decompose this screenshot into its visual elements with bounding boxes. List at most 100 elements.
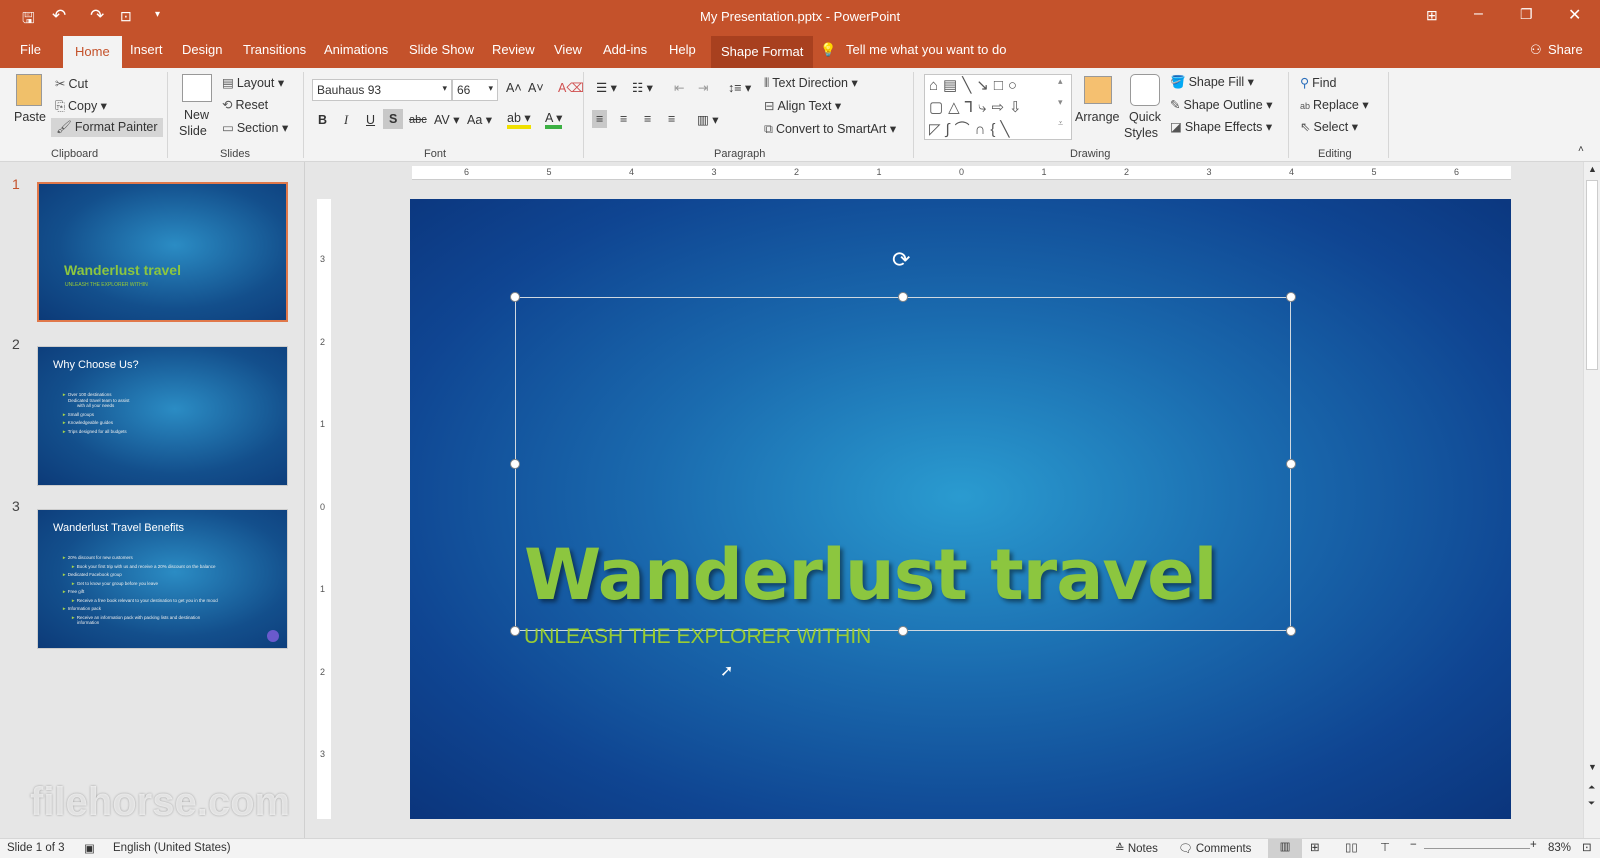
align-center-icon[interactable]: ≡ — [620, 112, 627, 126]
comments-button[interactable]: 🗨 Comments — [1178, 841, 1251, 855]
text-direction-button[interactable]: ⫴ Text Direction ▾ — [764, 75, 858, 91]
save-icon[interactable]: 🖫 — [22, 8, 35, 33]
tab-home[interactable]: Home — [63, 36, 122, 68]
shadow-button[interactable]: S — [383, 109, 404, 129]
new-slide-dropdown[interactable]: Slide — [179, 124, 207, 138]
zoom-slider[interactable] — [1424, 848, 1530, 849]
select-button[interactable]: ⇖ Select ▾ — [1300, 119, 1358, 134]
font-size-select[interactable]: 66 ▾ — [452, 79, 498, 101]
resize-handle[interactable] — [898, 626, 908, 636]
scroll-down-icon[interactable]: ▼ — [1588, 762, 1597, 772]
quick-styles-button[interactable]: Quick — [1129, 110, 1161, 124]
zoom-level[interactable]: 83% — [1548, 842, 1571, 854]
vertical-ruler[interactable]: 3 2 1 0 1 2 3 — [317, 199, 331, 819]
resize-handle[interactable] — [898, 292, 908, 302]
tab-transitions[interactable]: Transitions — [243, 42, 306, 57]
next-slide-icon[interactable]: ⏷ — [1588, 798, 1595, 809]
paste-button[interactable]: Paste — [14, 110, 46, 124]
tell-me-search[interactable]: Tell me what you want to do — [846, 42, 1006, 57]
slide-title[interactable]: Wanderlust travel — [524, 534, 1218, 616]
notes-button[interactable]: ≙ Notes — [1115, 841, 1158, 855]
tab-insert[interactable]: Insert — [130, 42, 163, 57]
numbering-icon[interactable]: ☷ ▾ — [632, 80, 653, 95]
section-button[interactable]: ▭ Section ▾ — [222, 120, 288, 135]
cut-button[interactable]: ✂ Cut — [55, 76, 88, 91]
present-icon[interactable]: ⊡ — [120, 8, 132, 25]
ribbon-display-icon[interactable]: ⊞ — [1426, 7, 1438, 24]
tab-add-ins[interactable]: Add-ins — [603, 42, 647, 57]
fit-to-window-icon[interactable]: ⊡ — [1582, 840, 1592, 854]
new-slide-button[interactable]: New — [184, 108, 209, 122]
bold-button[interactable]: B — [318, 113, 327, 127]
customize-qat-icon[interactable]: ▾ — [155, 9, 160, 20]
collapse-ribbon-icon[interactable]: ˄ — [1578, 144, 1584, 155]
resize-handle[interactable] — [1286, 626, 1296, 636]
font-name-select[interactable]: Bauhaus 93 ▾ — [312, 79, 452, 101]
shape-effects-button[interactable]: ◪ Shape Effects ▾ — [1170, 119, 1272, 134]
zoom-in-icon[interactable]: + — [1530, 839, 1537, 851]
tab-file[interactable]: File — [20, 42, 41, 57]
format-painter-button[interactable]: 🖌 Format Painter — [51, 118, 163, 137]
resize-handle[interactable] — [510, 459, 520, 469]
gallery-scroll-icon[interactable]: ▴ ▾ ⩡ — [1058, 76, 1063, 129]
zoom-out-icon[interactable]: − — [1410, 839, 1417, 851]
increase-indent-icon[interactable]: ⇥ — [698, 80, 708, 95]
align-text-button[interactable]: ⊟ Align Text ▾ — [764, 98, 841, 113]
line-spacing-icon[interactable]: ↕≡ ▾ — [728, 80, 751, 95]
change-case-button[interactable]: Aa ▾ — [467, 112, 492, 127]
tab-view[interactable]: View — [554, 42, 582, 57]
undo-icon[interactable]: ↶ — [52, 6, 66, 26]
font-color-icon[interactable]: A ▾ — [545, 110, 563, 129]
normal-view-icon[interactable]: ▥ — [1268, 839, 1302, 858]
layout-button[interactable]: ▤ Layout ▾ — [222, 75, 284, 90]
strikethrough-button[interactable]: abc — [409, 114, 427, 126]
thumbnail-slide-2[interactable]: Why Choose Us? ► Over 100 destinations De… — [37, 346, 288, 486]
shapes-gallery[interactable]: ⌂▤╲↘□○ ▢△⅂⤷⇨⇩ ◸∫⌒∩{╲ — [924, 74, 1072, 140]
resize-handle[interactable] — [510, 626, 520, 636]
find-button[interactable]: ⚲ Find — [1300, 75, 1336, 90]
share-icon[interactable]: ⚇ — [1530, 42, 1542, 58]
italic-button[interactable]: I — [344, 113, 348, 128]
reading-view-icon[interactable]: ▯▯ — [1345, 840, 1358, 854]
align-right-icon[interactable]: ≡ — [644, 112, 651, 126]
language-status[interactable]: English (United States) — [113, 842, 231, 854]
decrease-indent-icon[interactable]: ⇤ — [674, 80, 684, 95]
horizontal-ruler[interactable]: 6 5 4 3 2 1 0 1 2 3 4 5 6 — [412, 166, 1511, 180]
vertical-scrollbar[interactable]: ▲ ▼ ⏶ ⏷ — [1583, 162, 1600, 838]
tab-shape-format[interactable]: Shape Format — [711, 36, 814, 68]
thumbnail-slide-1[interactable]: Wanderlust travel UNLEASH THE EXPLORER W… — [37, 182, 288, 322]
tab-slide-show[interactable]: Slide Show — [409, 42, 474, 57]
clear-formatting-icon[interactable]: A⌫ — [558, 80, 584, 95]
scroll-thumb[interactable] — [1586, 180, 1598, 370]
tab-review[interactable]: Review — [492, 42, 535, 57]
tab-help[interactable]: Help — [669, 42, 696, 57]
resize-handle[interactable] — [1286, 459, 1296, 469]
slide-show-icon[interactable]: ⊤ — [1380, 840, 1390, 854]
scroll-up-icon[interactable]: ▲ — [1588, 164, 1597, 174]
shape-outline-button[interactable]: ✎ Shape Outline ▾ — [1170, 97, 1272, 112]
reset-button[interactable]: ⟲ Reset — [222, 97, 268, 112]
justify-icon[interactable]: ≡ — [668, 112, 675, 126]
character-spacing-button[interactable]: AV ▾ — [434, 112, 460, 127]
tab-animations[interactable]: Animations — [324, 42, 388, 57]
slide-subtitle[interactable]: UNLEASH THE EXPLORER WITHIN — [524, 625, 871, 649]
arrange-button[interactable]: Arrange — [1075, 110, 1119, 124]
resize-handle[interactable] — [510, 292, 520, 302]
replace-button[interactable]: ab Replace ▾ — [1300, 97, 1369, 112]
close-icon[interactable]: ✕ — [1568, 5, 1581, 25]
convert-smartart-button[interactable]: ⧉ Convert to SmartArt ▾ — [764, 121, 896, 137]
slide-sorter-icon[interactable]: ⊞ — [1310, 840, 1320, 854]
tab-design[interactable]: Design — [182, 42, 222, 57]
columns-icon[interactable]: ▥ ▾ — [697, 112, 719, 127]
slide-canvas[interactable]: ⟳ Wanderlust travel UNLEASH THE EXPLORER… — [410, 199, 1511, 819]
bullets-icon[interactable]: ☰ ▾ — [596, 80, 617, 95]
quick-styles-dropdown[interactable]: Styles — [1124, 126, 1158, 140]
thumbnail-slide-3[interactable]: Wanderlust Travel Benefits ► 20% discoun… — [37, 509, 288, 649]
underline-button[interactable]: U — [366, 113, 375, 127]
rotate-handle-icon[interactable]: ⟳ — [892, 247, 910, 273]
spell-check-icon[interactable]: ▣ — [84, 841, 95, 855]
shrink-font-icon[interactable]: A˅ — [528, 81, 544, 95]
copy-button[interactable]: ⎘ Copy ▾ — [55, 98, 107, 114]
resize-handle[interactable] — [1286, 292, 1296, 302]
restore-icon[interactable]: ❐ — [1520, 6, 1533, 23]
